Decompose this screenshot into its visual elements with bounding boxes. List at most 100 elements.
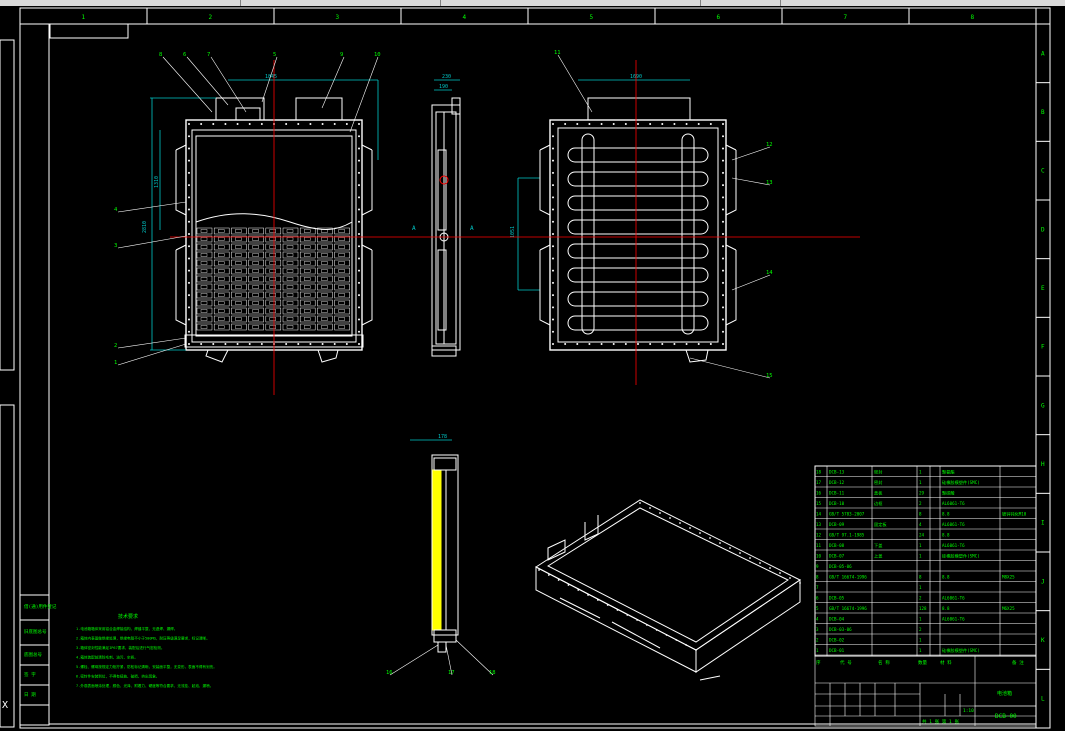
cell-terminal: [304, 269, 311, 273]
cell-terminal: [235, 253, 242, 257]
bolt-hole: [358, 233, 360, 235]
bolt-hole: [321, 343, 324, 345]
bolt-hole: [188, 208, 190, 211]
part-balloon: 14: [766, 270, 773, 276]
battery-cell: [299, 291, 316, 299]
bolt-hole: [587, 594, 589, 596]
grid-col-label: 8: [971, 14, 975, 21]
cell-terminal: [304, 245, 311, 249]
bolt-hole: [685, 644, 688, 646]
bolt-hole: [188, 233, 190, 235]
bolt-hole: [695, 649, 697, 651]
bolt-hole: [637, 123, 639, 125]
bom-cell: 1: [919, 554, 922, 559]
cell-terminal: [304, 253, 311, 257]
cell-terminal: [252, 309, 259, 313]
bom-header-cell: 备 注: [1012, 659, 1024, 666]
cell-terminal: [252, 269, 259, 273]
cell-terminal: [286, 229, 294, 233]
note-line: 7.外观表面喷涂处理，颜色、光泽、附着力、硬度等符合要求，无流挂、起泡、漏喷。: [76, 683, 213, 688]
grid-col-label: 2: [209, 14, 213, 21]
isometric-view[interactable]: [535, 499, 801, 681]
section-view[interactable]: [431, 454, 459, 653]
side-view[interactable]: [431, 97, 461, 357]
battery-cell: [299, 275, 316, 283]
battery-cell: [196, 243, 213, 251]
battery-cell: [265, 283, 282, 291]
bolt-hole: [358, 196, 360, 199]
bom-cell: 2: [919, 627, 922, 632]
bolt-hole: [333, 123, 336, 125]
bolt-hole: [552, 184, 554, 187]
cell-terminal: [321, 277, 328, 281]
title-scale: 1:10: [963, 708, 974, 714]
battery-cell: [317, 251, 333, 259]
left-margin-table: [0, 39, 50, 728]
cell-terminal: [304, 277, 311, 281]
cooling-channel: [567, 219, 709, 235]
bolt-hole: [358, 147, 360, 150]
battery-cell: [213, 243, 230, 251]
bolt-hole: [606, 604, 609, 606]
section-mark-right: A: [470, 225, 474, 232]
bolt-hole: [722, 343, 724, 345]
drawing-frame: [19, 7, 1051, 729]
bolt-hole: [345, 123, 348, 125]
bolt-hole: [358, 184, 360, 187]
bom-cell: DCB-09: [829, 522, 845, 527]
bolt-hole: [188, 245, 190, 248]
rear-view[interactable]: [539, 97, 737, 363]
battery-cell: [282, 299, 299, 307]
left-margin-label: 底图总号: [24, 651, 42, 658]
cell-terminal: [304, 229, 311, 233]
bolt-hole: [188, 184, 190, 187]
leader-line: [731, 177, 771, 186]
grid-row-label: K: [1041, 637, 1045, 644]
grid-row-label: A: [1041, 50, 1045, 57]
note-line: 5.螺栓、螺母按规定力矩拧紧，防松标记清晰，安装面平整，无变形，表面不得有划伤。: [76, 664, 217, 669]
bolt-hole: [722, 330, 724, 333]
battery-cell: [317, 291, 333, 299]
bom-cell: 3: [816, 627, 819, 632]
bolt-hole: [779, 572, 781, 574]
grid-col-label: 1: [82, 14, 86, 21]
battery-cell: [282, 283, 299, 291]
battery-cell: [213, 259, 230, 267]
bolt-hole: [552, 245, 554, 248]
bolt-hole: [722, 294, 724, 297]
bom-cell: GB/T 97.1-1985: [829, 533, 865, 538]
bolt-hole: [616, 609, 619, 611]
bolt-hole: [636, 619, 639, 621]
cell-terminal: [321, 317, 328, 321]
bolt-hole: [739, 552, 741, 554]
bolt-hole: [260, 123, 263, 125]
bolt-hole: [552, 123, 554, 125]
part-balloon: 11: [554, 50, 561, 56]
bolt-hole: [358, 318, 360, 321]
bom-cell: 固定板: [874, 521, 887, 528]
battery-cell: [265, 291, 282, 299]
battery-cell: [299, 267, 316, 275]
bom-cell: 8: [816, 575, 819, 580]
battery-cell: [334, 259, 350, 267]
battery-cell: [248, 291, 264, 299]
bom-cell: 密封: [874, 479, 882, 486]
battery-cell: [282, 243, 299, 251]
battery-cell: [231, 307, 247, 315]
grid-row-label: C: [1041, 168, 1045, 175]
bom-table: 18 DCB-13 密封 1 聚氨酯17 DCB-12 密封 1 硅橡胶模塑件(SMC)16 DC…: [814, 465, 1037, 666]
bolt-hole: [358, 281, 360, 284]
bolt-hole: [358, 294, 360, 297]
part-balloon: 3: [114, 243, 117, 249]
cell-terminal: [286, 285, 294, 289]
cell-terminal: [252, 253, 259, 257]
leader-line: [689, 357, 771, 379]
battery-cell: [196, 251, 213, 259]
leader-line: [162, 56, 213, 113]
cell-terminal: [338, 317, 345, 321]
bolt-hole: [188, 306, 190, 309]
cad-drawing-canvas[interactable]: 12345678 ABCDEFGHIJKL 借(通)用件登记旧底图总号底图总号签…: [0, 0, 1065, 731]
bolt-hole: [538, 569, 540, 571]
cell-terminal: [252, 301, 259, 305]
cell-terminal: [252, 229, 259, 233]
